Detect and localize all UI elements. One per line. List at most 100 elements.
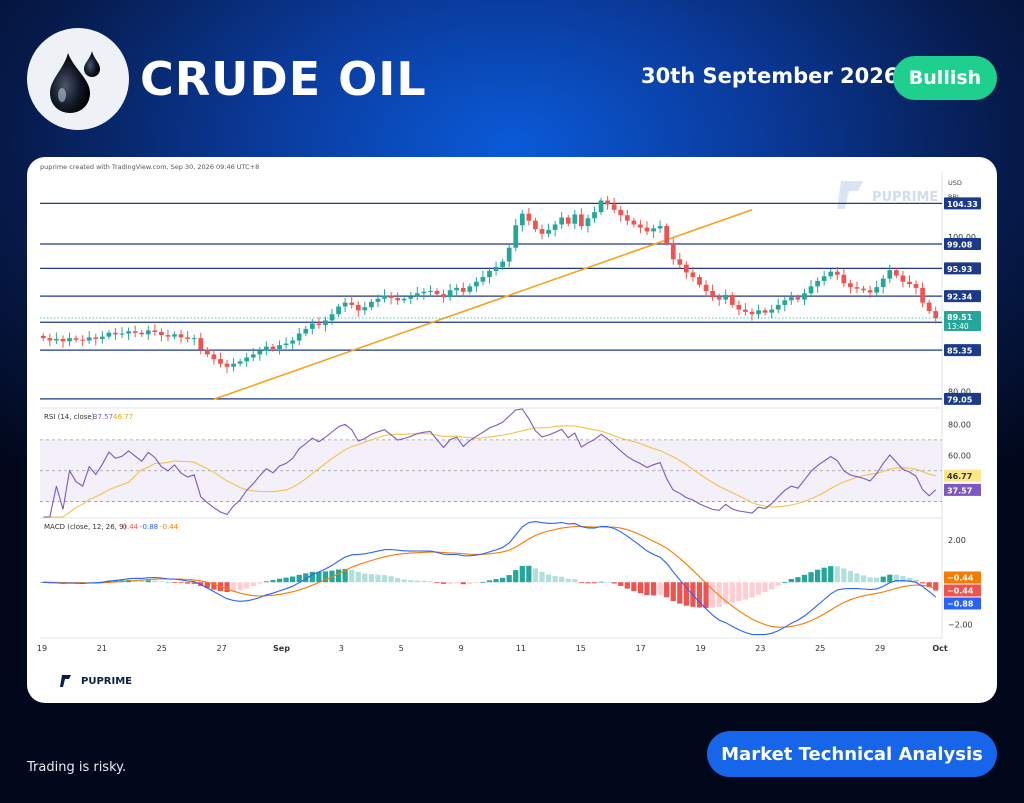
macd-histogram-bar (578, 582, 584, 584)
candle-body (145, 330, 151, 335)
macd-histogram-bar (677, 582, 683, 604)
candle-body (526, 213, 532, 221)
macd-histogram-bar (290, 576, 296, 583)
candle-body (421, 291, 427, 294)
candle-body (467, 286, 473, 292)
macd-histogram-bar (355, 571, 361, 583)
market-analysis-button[interactable]: Market Technical Analysis (707, 731, 997, 777)
macd-histogram-bar (447, 582, 453, 584)
macd-histogram-bar (703, 582, 709, 608)
macd-histogram-bar (860, 575, 867, 583)
candle-body (651, 228, 656, 232)
macd-histogram-bar (145, 580, 151, 583)
candle-body (165, 335, 171, 337)
candle-body (775, 304, 781, 310)
rsi-ma-tag-label: 46.77 (947, 472, 972, 481)
macd-histogram-bar (539, 571, 545, 583)
macd-histogram-bar (434, 582, 440, 584)
macd-histogram-bar (165, 582, 171, 583)
candle-body (487, 270, 492, 278)
candle-body (159, 331, 164, 336)
candle-body (900, 275, 906, 282)
candle-body (743, 309, 748, 312)
candle-body (441, 294, 446, 298)
candle-body (198, 338, 204, 350)
candle-body (191, 338, 197, 340)
x-tick-label: 25 (157, 644, 167, 653)
macd-histogram-bar (250, 582, 256, 587)
x-tick-label: 19 (695, 644, 705, 653)
candle-body (506, 247, 512, 262)
candle-body (454, 287, 460, 291)
candle-body (559, 217, 565, 225)
candle-body (697, 277, 702, 285)
macd-histogram-bar (362, 573, 368, 583)
candle-body (893, 270, 899, 276)
x-tick-label: 5 (399, 644, 404, 653)
candle-body (874, 287, 880, 293)
candle-body (815, 280, 820, 287)
candle-body (533, 220, 538, 230)
macd-histogram-bar (139, 580, 145, 583)
candle-body (119, 333, 125, 335)
macd-histogram-bar (933, 582, 939, 591)
candle-body (808, 286, 814, 294)
macd-value-label: -0.88 (140, 523, 158, 531)
macd-signal-line (43, 525, 936, 628)
chart-svg: puprime created with TradingView.com, Se… (37, 163, 981, 653)
macd-histogram-bar (414, 580, 420, 583)
candle-body (880, 278, 886, 288)
macd-histogram-bar (283, 577, 289, 583)
macd-histogram-bar (611, 582, 617, 584)
candle-body (828, 271, 834, 277)
macd-histogram-bar (631, 582, 637, 592)
candle-body (349, 302, 355, 305)
macd-histogram-bar (644, 582, 650, 596)
candle-body (861, 288, 866, 291)
macd-histogram-bar (526, 565, 532, 583)
candle-body (428, 291, 433, 292)
macd-histogram-bar (276, 578, 283, 583)
rsi-value-label: 37.57 (93, 413, 113, 421)
candle-body (244, 357, 250, 362)
watermark-text: PUPRIME (872, 190, 938, 205)
macd-histogram-bar (729, 582, 735, 603)
macd-histogram-bar (467, 582, 473, 584)
macd-histogram-bar (532, 568, 539, 583)
candle-body (290, 340, 296, 344)
macd-histogram-bar (867, 577, 873, 583)
candle-body (309, 323, 315, 329)
candle-body (703, 284, 709, 291)
candle-body (519, 213, 525, 226)
level-tag-label: 104.33 (947, 200, 978, 209)
macd-histogram-bar (637, 582, 644, 594)
report-date: 30th September 2026 (641, 64, 899, 88)
candle-body (270, 346, 276, 349)
chart-card: puprime created with TradingView.com, Se… (27, 157, 997, 703)
candle-body (782, 300, 788, 305)
x-tick-label: 9 (459, 644, 464, 653)
candle-body (224, 363, 230, 367)
macd-histogram-bar (381, 575, 388, 583)
macd-histogram-bar (618, 582, 624, 586)
risk-disclaimer: Trading is risky. (27, 760, 127, 775)
candle-body (362, 307, 368, 311)
macd-histogram-bar (650, 582, 657, 596)
candle-body (40, 335, 46, 339)
candle-body (605, 200, 610, 205)
candle-body (788, 297, 794, 301)
candle-body (736, 304, 742, 310)
level-tag-label: 95.93 (947, 265, 972, 274)
macd-histogram-bar (755, 582, 762, 595)
candle-body (204, 349, 210, 355)
candle-body (572, 214, 578, 224)
macd-histogram-bar (152, 580, 158, 583)
x-tick-label: 11 (516, 644, 526, 653)
candle-body (539, 229, 545, 234)
candle-body (355, 304, 361, 311)
candle-body (683, 264, 689, 273)
candle-body (913, 284, 919, 288)
candle-body (552, 224, 558, 230)
x-tick-label: 23 (755, 644, 765, 653)
candle-body (500, 261, 505, 268)
